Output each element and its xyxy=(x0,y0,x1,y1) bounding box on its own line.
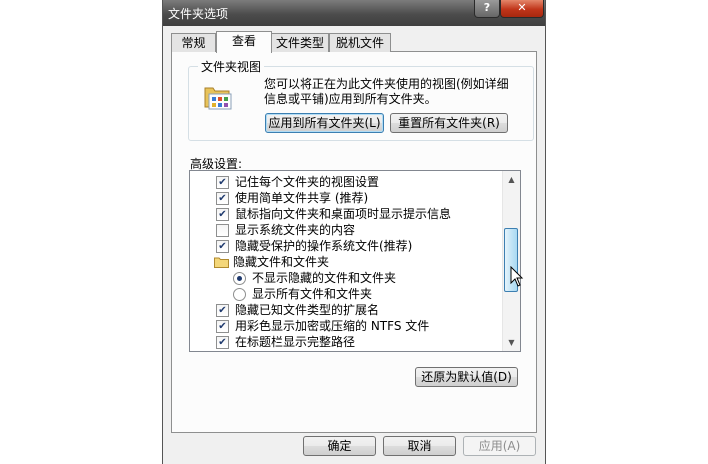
item-label: 隐藏已知文件类型的扩展名 xyxy=(235,303,380,317)
item-label: 鼠标指向文件夹和桌面项时显示提示信息 xyxy=(235,207,452,221)
radio-dont-show-hidden[interactable] xyxy=(233,272,246,285)
checkbox-show-tips[interactable]: ✔ xyxy=(216,208,229,221)
advanced-settings-list[interactable]: ✔ 记住每个文件夹的视图设置 ✔ 使用简单文件共享 (推荐) ✔ 鼠标指向文件夹… xyxy=(189,170,521,352)
apply-button[interactable]: 应用(A) xyxy=(463,436,536,456)
folder-icon xyxy=(214,257,229,268)
tab-offline-files[interactable]: 脱机文件 xyxy=(329,33,391,52)
vertical-scrollbar[interactable]: ▲ ▼ xyxy=(502,171,520,351)
list-item[interactable]: ✔ 使用简单文件共享 (推荐) xyxy=(190,190,500,206)
item-label: 隐藏文件和文件夹 xyxy=(233,255,330,269)
mouse-cursor-icon xyxy=(510,266,524,287)
list-item[interactable]: ✔ 用彩色显示加密或压缩的 NTFS 文件 xyxy=(190,318,500,334)
list-item: 隐藏文件和文件夹 xyxy=(190,254,500,270)
checkbox-remember-view[interactable]: ✔ xyxy=(216,176,229,189)
list-item[interactable]: 显示所有文件和文件夹 xyxy=(190,286,500,302)
checkbox-simple-sharing[interactable]: ✔ xyxy=(216,192,229,205)
item-label: 显示所有文件和文件夹 xyxy=(252,287,373,301)
list-item[interactable]: ✔ 记住每个文件夹的视图设置 xyxy=(190,174,500,190)
checkbox-show-system-folders[interactable] xyxy=(216,224,229,237)
item-label: 使用简单文件共享 (推荐) xyxy=(235,191,369,205)
reset-all-folders-button[interactable]: 重置所有文件夹(R) xyxy=(390,113,508,133)
list-item[interactable]: ✔ 隐藏已知文件类型的扩展名 xyxy=(190,302,500,318)
checkbox-color-ntfs[interactable]: ✔ xyxy=(216,320,229,333)
list-item[interactable]: ✔ 隐藏受保护的操作系统文件(推荐) xyxy=(190,238,500,254)
radio-show-all[interactable] xyxy=(233,288,246,301)
cancel-button[interactable]: 取消 xyxy=(383,436,456,456)
tab-general[interactable]: 常规 xyxy=(171,33,216,52)
folder-views-label: 文件夹视图 xyxy=(198,58,265,75)
ok-button[interactable]: 确定 xyxy=(303,436,376,456)
checkbox-full-path-title[interactable]: ✔ xyxy=(216,336,229,349)
folder-views-description: 您可以将正在为此文件夹使用的视图(例如详细信息或平铺)应用到所有文件夹。 xyxy=(264,77,509,106)
close-button[interactable]: ✕ xyxy=(500,0,544,18)
item-label: 不显示隐藏的文件和文件夹 xyxy=(252,271,397,285)
tab-view[interactable]: 查看 xyxy=(216,31,272,53)
window-title: 文件夹选项 xyxy=(168,7,229,21)
title-bar[interactable]: 文件夹选项 ? ✕ xyxy=(163,0,545,26)
scroll-down-arrow-icon[interactable]: ▼ xyxy=(503,334,520,351)
radio-dot xyxy=(237,276,242,281)
item-label: 显示系统文件夹的内容 xyxy=(235,223,356,237)
help-button[interactable]: ? xyxy=(474,0,500,18)
item-label: 隐藏受保护的操作系统文件(推荐) xyxy=(235,239,413,253)
folder-options-dialog: 文件夹选项 ? ✕ 常规 查看 文件类型 脱机文件 文件夹视图 您可以将正在为此… xyxy=(162,0,546,464)
list-item[interactable]: 不显示隐藏的文件和文件夹 xyxy=(190,270,500,286)
item-label: 记住每个文件夹的视图设置 xyxy=(235,175,380,189)
tab-file-types[interactable]: 文件类型 xyxy=(271,33,329,52)
apply-to-all-folders-button[interactable]: 应用到所有文件夹(L) xyxy=(265,113,384,133)
list-item[interactable]: ✔ 在标题栏显示完整路径 xyxy=(190,334,500,350)
restore-defaults-button[interactable]: 还原为默认值(D) xyxy=(415,367,518,387)
checkbox-hide-extensions[interactable]: ✔ xyxy=(216,304,229,317)
checkbox-hide-protected-files[interactable]: ✔ xyxy=(216,240,229,253)
item-label: 在标题栏显示完整路径 xyxy=(235,335,356,349)
list-item[interactable]: ✔ 鼠标指向文件夹和桌面项时显示提示信息 xyxy=(190,206,500,222)
scroll-up-arrow-icon[interactable]: ▲ xyxy=(503,171,520,188)
list-item[interactable]: 显示系统文件夹的内容 xyxy=(190,222,500,238)
item-label: 用彩色显示加密或压缩的 NTFS 文件 xyxy=(235,319,430,333)
folder-views-icon xyxy=(204,87,232,110)
